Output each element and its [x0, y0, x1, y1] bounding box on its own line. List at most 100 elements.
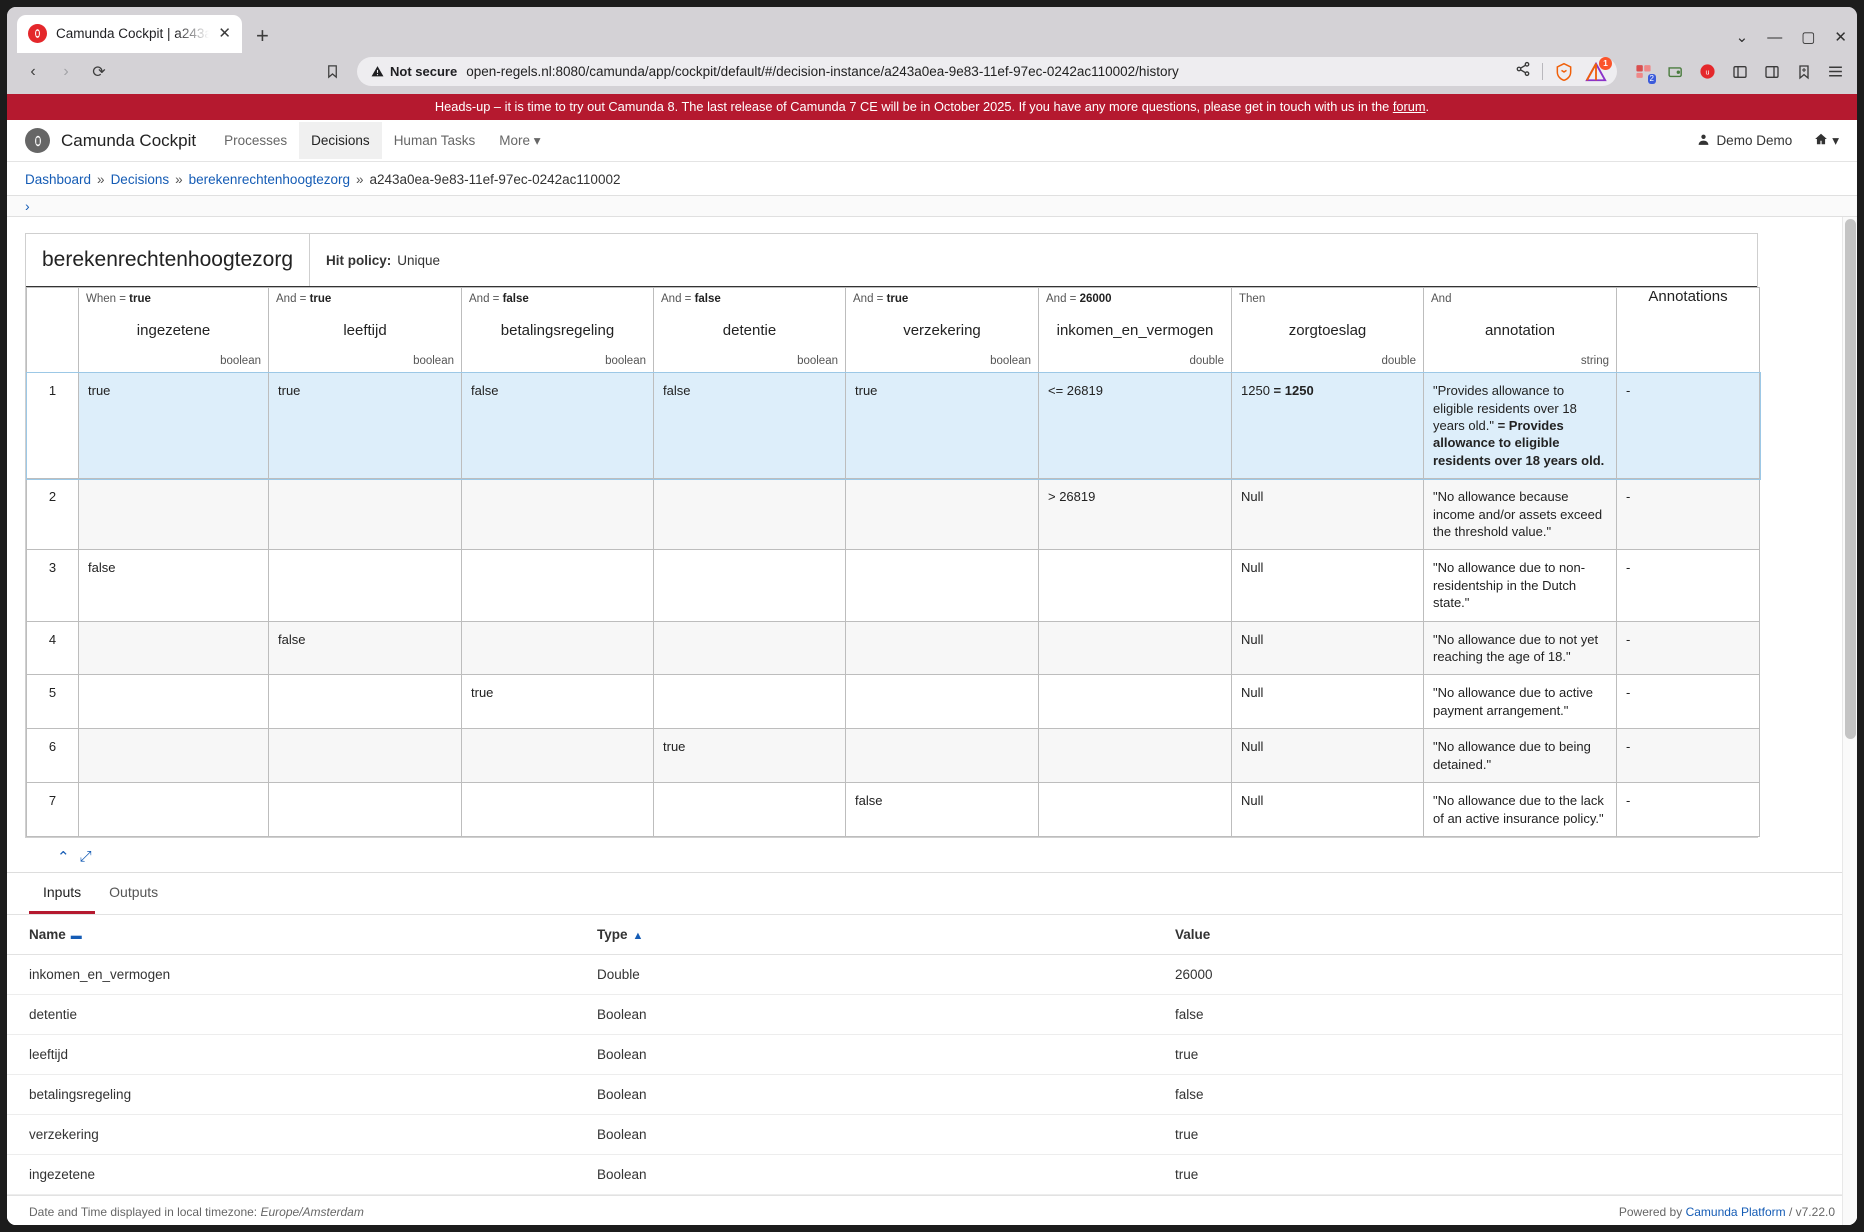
- sidebar-toggle-icon[interactable]: [1730, 62, 1749, 81]
- breadcrumb-decision-name[interactable]: berekenrechtenhoogtezorg: [189, 172, 350, 187]
- rule-input-cell: [653, 674, 846, 730]
- rule-input-cell: [1038, 782, 1232, 837]
- rule-input-cell: [845, 674, 1039, 730]
- nav-more[interactable]: More ▾: [487, 122, 552, 160]
- io-cell-name: ingezetene: [7, 1154, 587, 1195]
- decision-column-header-annotation[interactable]: And annotation string: [1423, 287, 1617, 374]
- tab-inputs[interactable]: Inputs: [29, 873, 96, 914]
- camunda-platform-link[interactable]: Camunda Platform: [1686, 1205, 1786, 1219]
- brave-vpn-icon[interactable]: u: [1698, 62, 1717, 81]
- home-icon: [1814, 132, 1828, 149]
- back-button[interactable]: ‹: [19, 58, 47, 86]
- rule-annotations-col: -: [1616, 728, 1760, 784]
- breadcrumb-separator: »: [355, 172, 364, 188]
- bookmark-icon[interactable]: [318, 58, 346, 86]
- rule-input-cell: [461, 549, 654, 622]
- not-secure-indicator[interactable]: Not secure: [371, 64, 457, 79]
- url-text[interactable]: open-regels.nl:8080/camunda/app/cockpit/…: [466, 64, 1506, 79]
- tab-close-icon[interactable]: ✕: [218, 26, 231, 41]
- reload-button[interactable]: ⟳: [85, 58, 113, 86]
- nav-decisions[interactable]: Decisions: [299, 122, 382, 160]
- io-cell-value: false: [1165, 994, 1857, 1035]
- maximize-button[interactable]: ▢: [1801, 30, 1815, 45]
- breadcrumb-decisions[interactable]: Decisions: [111, 172, 170, 187]
- io-col-name[interactable]: Name ▬: [7, 914, 587, 955]
- sidebar-collapse-strip: ›: [7, 195, 1857, 218]
- browser-tab[interactable]: Camunda Cockpit | a243a ✕: [17, 14, 242, 53]
- decision-column-header-ingezetene[interactable]: When = true ingezetene boolean: [78, 287, 269, 374]
- decision-column-header-leeftijd[interactable]: And = true leeftijd boolean: [268, 287, 462, 374]
- decision-table-wrapper: berekenrechtenhoogtezorg Hit policy: Uni…: [7, 217, 1857, 872]
- rule-input-cell: > 26819: [1038, 478, 1232, 551]
- rule-input-cell: [461, 478, 654, 551]
- rule-input-cell: false: [845, 782, 1039, 837]
- decision-table-row[interactable]: 2 > 26819 Null "No allowance because income…: [26, 478, 1760, 551]
- rule-input-cell: [653, 782, 846, 837]
- window-close-button[interactable]: ✕: [1834, 30, 1847, 45]
- rule-annotation-cell: "No allowance due to not yet reaching th…: [1423, 620, 1617, 676]
- io-table-header-row: Name ▬ Type ▲ Value: [7, 914, 1857, 955]
- rule-input-cell: [1038, 728, 1232, 784]
- column-expression: And = false: [469, 293, 529, 306]
- app-brand[interactable]: Camunda Cockpit: [25, 128, 196, 154]
- decision-table-row[interactable]: 4 false Null "No allowance due to not yet r…: [26, 620, 1760, 676]
- menu-icon[interactable]: [1826, 62, 1845, 81]
- io-cell-type: Double: [587, 954, 1165, 995]
- rule-input-cell: [78, 674, 269, 730]
- wallet-icon[interactable]: [1666, 62, 1685, 81]
- io-col-value[interactable]: Value: [1165, 914, 1857, 955]
- vertical-scrollbar[interactable]: [1842, 217, 1857, 1225]
- forward-button[interactable]: ›: [52, 58, 80, 86]
- rule-annotations-col: -: [1616, 372, 1760, 480]
- decision-table-row[interactable]: 3 false Null "No allowance due to non-resid…: [26, 549, 1760, 622]
- decision-column-header-zorgtoeslag[interactable]: Then zorgtoeslag double: [1231, 287, 1424, 374]
- decision-column-header-detentie[interactable]: And = false detentie boolean: [653, 287, 846, 374]
- io-col-type-label: Type: [597, 926, 628, 942]
- url-bar[interactable]: Not secure open-regels.nl:8080/camunda/a…: [357, 56, 1617, 87]
- io-cell-value: true: [1165, 1034, 1857, 1075]
- tab-outputs[interactable]: Outputs: [95, 873, 172, 914]
- new-tab-button[interactable]: +: [256, 24, 269, 47]
- decision-table-row[interactable]: 1 true true false false true <= 26819 1250 = 12…: [25, 371, 1761, 480]
- scrollbar-thumb[interactable]: [1845, 219, 1856, 740]
- collapse-table-button[interactable]: ⌃: [57, 848, 70, 866]
- extension-icon[interactable]: 2: [1634, 62, 1656, 85]
- decision-table-name: berekenrechtenhoogtezorg: [42, 248, 294, 272]
- home-menu[interactable]: ▾: [1814, 132, 1839, 149]
- nav-human-tasks[interactable]: Human Tasks: [382, 122, 488, 159]
- decision-column-header-betalingsregeling[interactable]: And = false betalingsregeling boolean: [461, 287, 654, 374]
- decision-column-header-inkomen_en_vermogen[interactable]: And = 26000 inkomen_en_vermogen double: [1038, 287, 1232, 374]
- io-table-row: verzekering Boolean true: [7, 1114, 1857, 1155]
- column-type: string: [1580, 355, 1609, 368]
- chevron-right-icon[interactable]: ›: [25, 198, 30, 214]
- decision-table-row[interactable]: 7 false Null "No allowance due to the lack …: [26, 782, 1760, 837]
- banner-forum-link[interactable]: forum: [1393, 99, 1426, 114]
- rule-input-cell: [461, 782, 654, 837]
- tab-search-icon[interactable]: ⌄: [1736, 30, 1749, 45]
- rule-index: 2: [26, 478, 79, 551]
- rule-index: 7: [26, 782, 79, 837]
- io-cell-type: Boolean: [587, 1074, 1165, 1115]
- brave-lion-icon[interactable]: [1554, 62, 1574, 82]
- expand-table-button[interactable]: ⤢: [80, 848, 92, 866]
- split-view-icon[interactable]: [1762, 62, 1781, 81]
- io-cell-name: verzekering: [7, 1114, 587, 1155]
- decision-table-row[interactable]: 5 true Null "No allowance due to active pay…: [26, 674, 1760, 730]
- decision-column-header-verzekering[interactable]: And = true verzekering boolean: [845, 287, 1039, 374]
- brave-rewards-icon[interactable]: 1: [1585, 56, 1612, 83]
- io-table-row: inkomen_en_vermogen Double 26000: [7, 954, 1857, 995]
- io-col-type[interactable]: Type ▲: [587, 914, 1165, 955]
- nav-processes[interactable]: Processes: [212, 122, 299, 159]
- rule-output-cell: Null: [1231, 620, 1424, 676]
- bookmark-star-icon[interactable]: [1794, 62, 1813, 81]
- breadcrumb-dashboard[interactable]: Dashboard: [25, 172, 91, 187]
- extension-badge-count: 2: [1647, 74, 1656, 85]
- rule-annotations-col: -: [1616, 620, 1760, 676]
- decision-table-row[interactable]: 6 true Null "No allowance due to being deta…: [26, 728, 1760, 784]
- minimize-button[interactable]: —: [1767, 30, 1782, 45]
- rule-annotations-col: -: [1616, 478, 1760, 551]
- user-menu[interactable]: Demo Demo: [1697, 133, 1792, 149]
- rule-index: 6: [26, 728, 79, 784]
- share-icon[interactable]: [1515, 61, 1531, 82]
- timezone-value: Europe/Amsterdam: [260, 1204, 364, 1219]
